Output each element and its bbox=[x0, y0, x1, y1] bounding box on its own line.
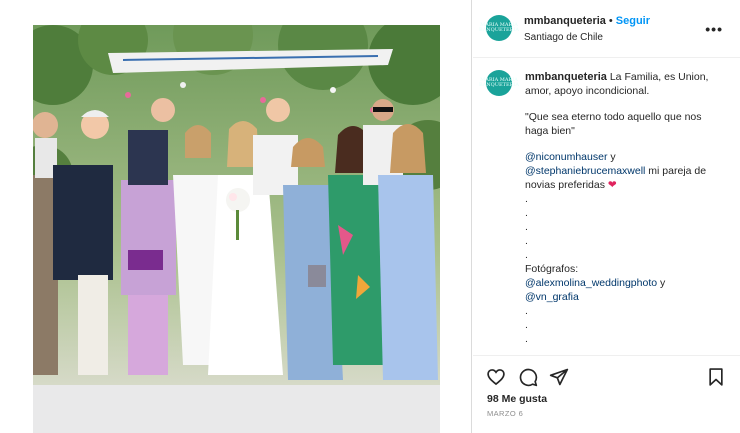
account-avatar[interactable]: MARIA MARIA BANQUETERIA bbox=[479, 15, 519, 41]
mention-link[interactable]: @stephaniebrucemaxwell bbox=[525, 165, 645, 177]
post-caption: mmbanqueteria La Familia, es Union, amor… bbox=[525, 70, 725, 346]
caption-dot: . bbox=[525, 319, 528, 331]
heart-outline-icon[interactable] bbox=[486, 367, 506, 387]
caption-dot: . bbox=[525, 249, 528, 261]
comment-bubble-icon[interactable] bbox=[518, 367, 538, 387]
account-line: mmbanqueteria • Seguir bbox=[524, 15, 650, 27]
caption-dot: . bbox=[525, 221, 528, 233]
caption-area: MARIA MARIA BANQUETERIA mmbanqueteria La… bbox=[473, 58, 740, 355]
caption-dot: . bbox=[525, 305, 528, 317]
post-photo[interactable] bbox=[33, 25, 440, 433]
post-header: MARIA MARIA BANQUETERIA mmbanqueteria • Se… bbox=[473, 0, 740, 58]
post-actions: 98 Me gusta MARZO 6 bbox=[473, 355, 740, 433]
caption-dot: . bbox=[525, 235, 528, 247]
mention-link[interactable]: @alexmolina_weddingphoto bbox=[525, 277, 657, 289]
caption-dot: . bbox=[525, 193, 528, 205]
mention-link[interactable]: @vn_grafia bbox=[525, 291, 579, 303]
avatar-logo-text: MARIA MARIA BANQUETERIA bbox=[479, 77, 519, 88]
account-username[interactable]: mmbanqueteria bbox=[524, 15, 606, 27]
caption-quote: "Que sea eterno todo aquello que nos hag… bbox=[525, 111, 702, 137]
likes-count[interactable]: 98 Me gusta bbox=[487, 393, 547, 405]
avatar-logo-text: MARIA MARIA BANQUETERIA bbox=[479, 22, 519, 33]
post-location[interactable]: Santiago de Chile bbox=[524, 32, 603, 43]
more-options-icon[interactable]: ••• bbox=[705, 21, 723, 37]
post-media-panel bbox=[0, 0, 472, 433]
caption-joiner: y bbox=[607, 151, 616, 163]
caption-dot: . bbox=[525, 333, 528, 345]
post-date: MARZO 6 bbox=[487, 409, 524, 418]
separator-dot: • bbox=[608, 15, 613, 27]
wedding-group-photo bbox=[33, 25, 440, 433]
paper-plane-icon[interactable] bbox=[549, 367, 569, 387]
caption-joiner: y bbox=[657, 277, 666, 289]
mention-link[interactable]: @niconumhauser bbox=[525, 151, 607, 163]
caption-dot: . bbox=[525, 207, 528, 219]
post-sidebar: MARIA MARIA BANQUETERIA mmbanqueteria • Se… bbox=[473, 0, 740, 433]
caption-username[interactable]: mmbanqueteria bbox=[525, 71, 607, 83]
photographers-label: Fotógrafos: bbox=[525, 263, 579, 275]
follow-button[interactable]: Seguir bbox=[616, 15, 650, 27]
bookmark-icon[interactable] bbox=[706, 367, 726, 387]
heart-emoji-icon: ❤ bbox=[607, 179, 617, 191]
caption-avatar[interactable]: MARIA MARIA BANQUETERIA bbox=[479, 70, 519, 96]
